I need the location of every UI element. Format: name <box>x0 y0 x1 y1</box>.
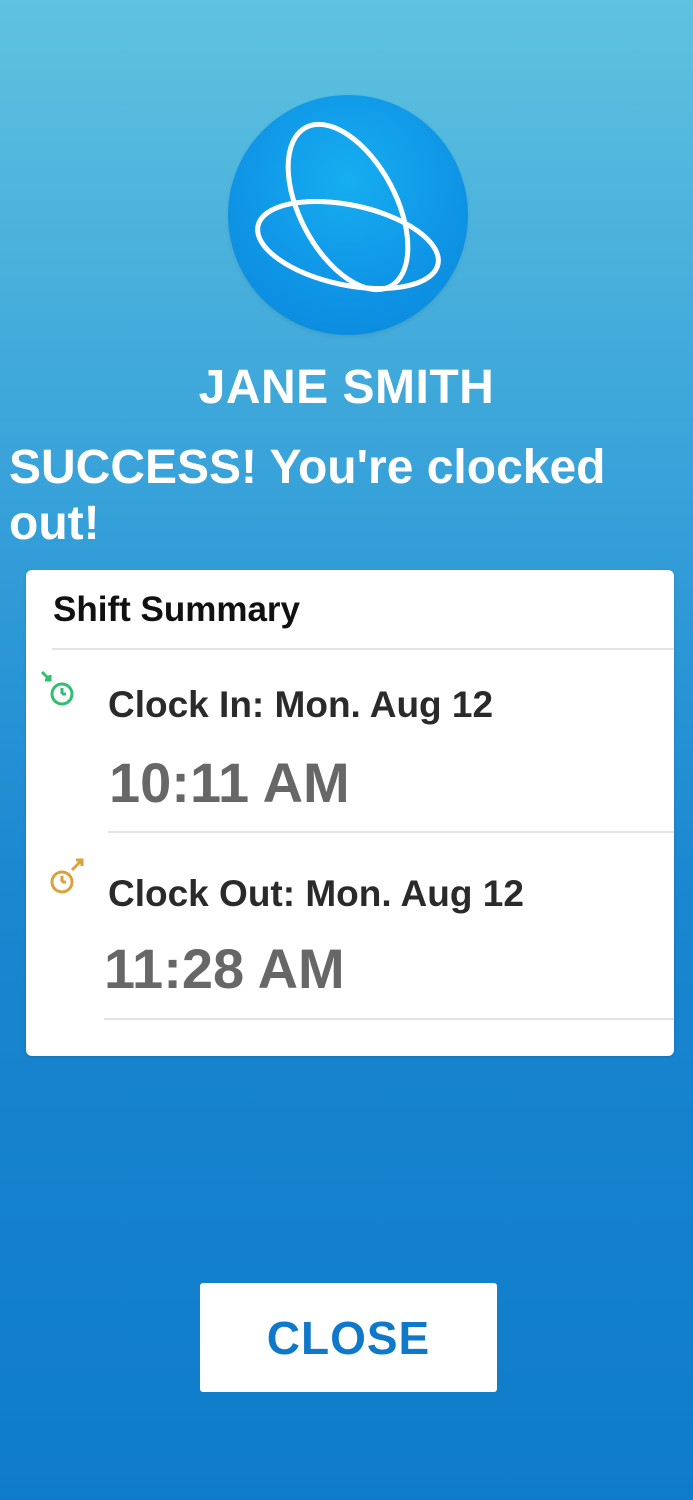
logo-loops-icon <box>255 121 441 293</box>
clock-in-icon <box>40 670 74 706</box>
clock-out-time: 11:28 AM <box>104 937 345 1000</box>
clock-out-confirmation-screen: JANE SMITH SUCCESS! You're clocked out! … <box>0 0 693 1500</box>
clock-out-label: Clock Out: Mon. Aug 12 <box>108 873 524 914</box>
user-name: JANE SMITH <box>198 361 495 414</box>
divider <box>108 831 674 833</box>
divider <box>52 648 674 650</box>
clock-out-icon <box>50 858 84 894</box>
success-message: SUCCESS! You're clocked out! <box>9 441 606 550</box>
shift-summary-title: Shift Summary <box>53 590 300 629</box>
shift-summary-card: Shift Summary Clock In: Mon. Aug 12 10:1… <box>26 570 674 1056</box>
close-button[interactable]: CLOSE <box>200 1283 497 1392</box>
clock-in-time: 10:11 AM <box>109 751 350 814</box>
divider <box>104 1018 674 1020</box>
app-logo <box>228 95 468 335</box>
clock-in-label: Clock In: Mon. Aug 12 <box>108 684 494 725</box>
